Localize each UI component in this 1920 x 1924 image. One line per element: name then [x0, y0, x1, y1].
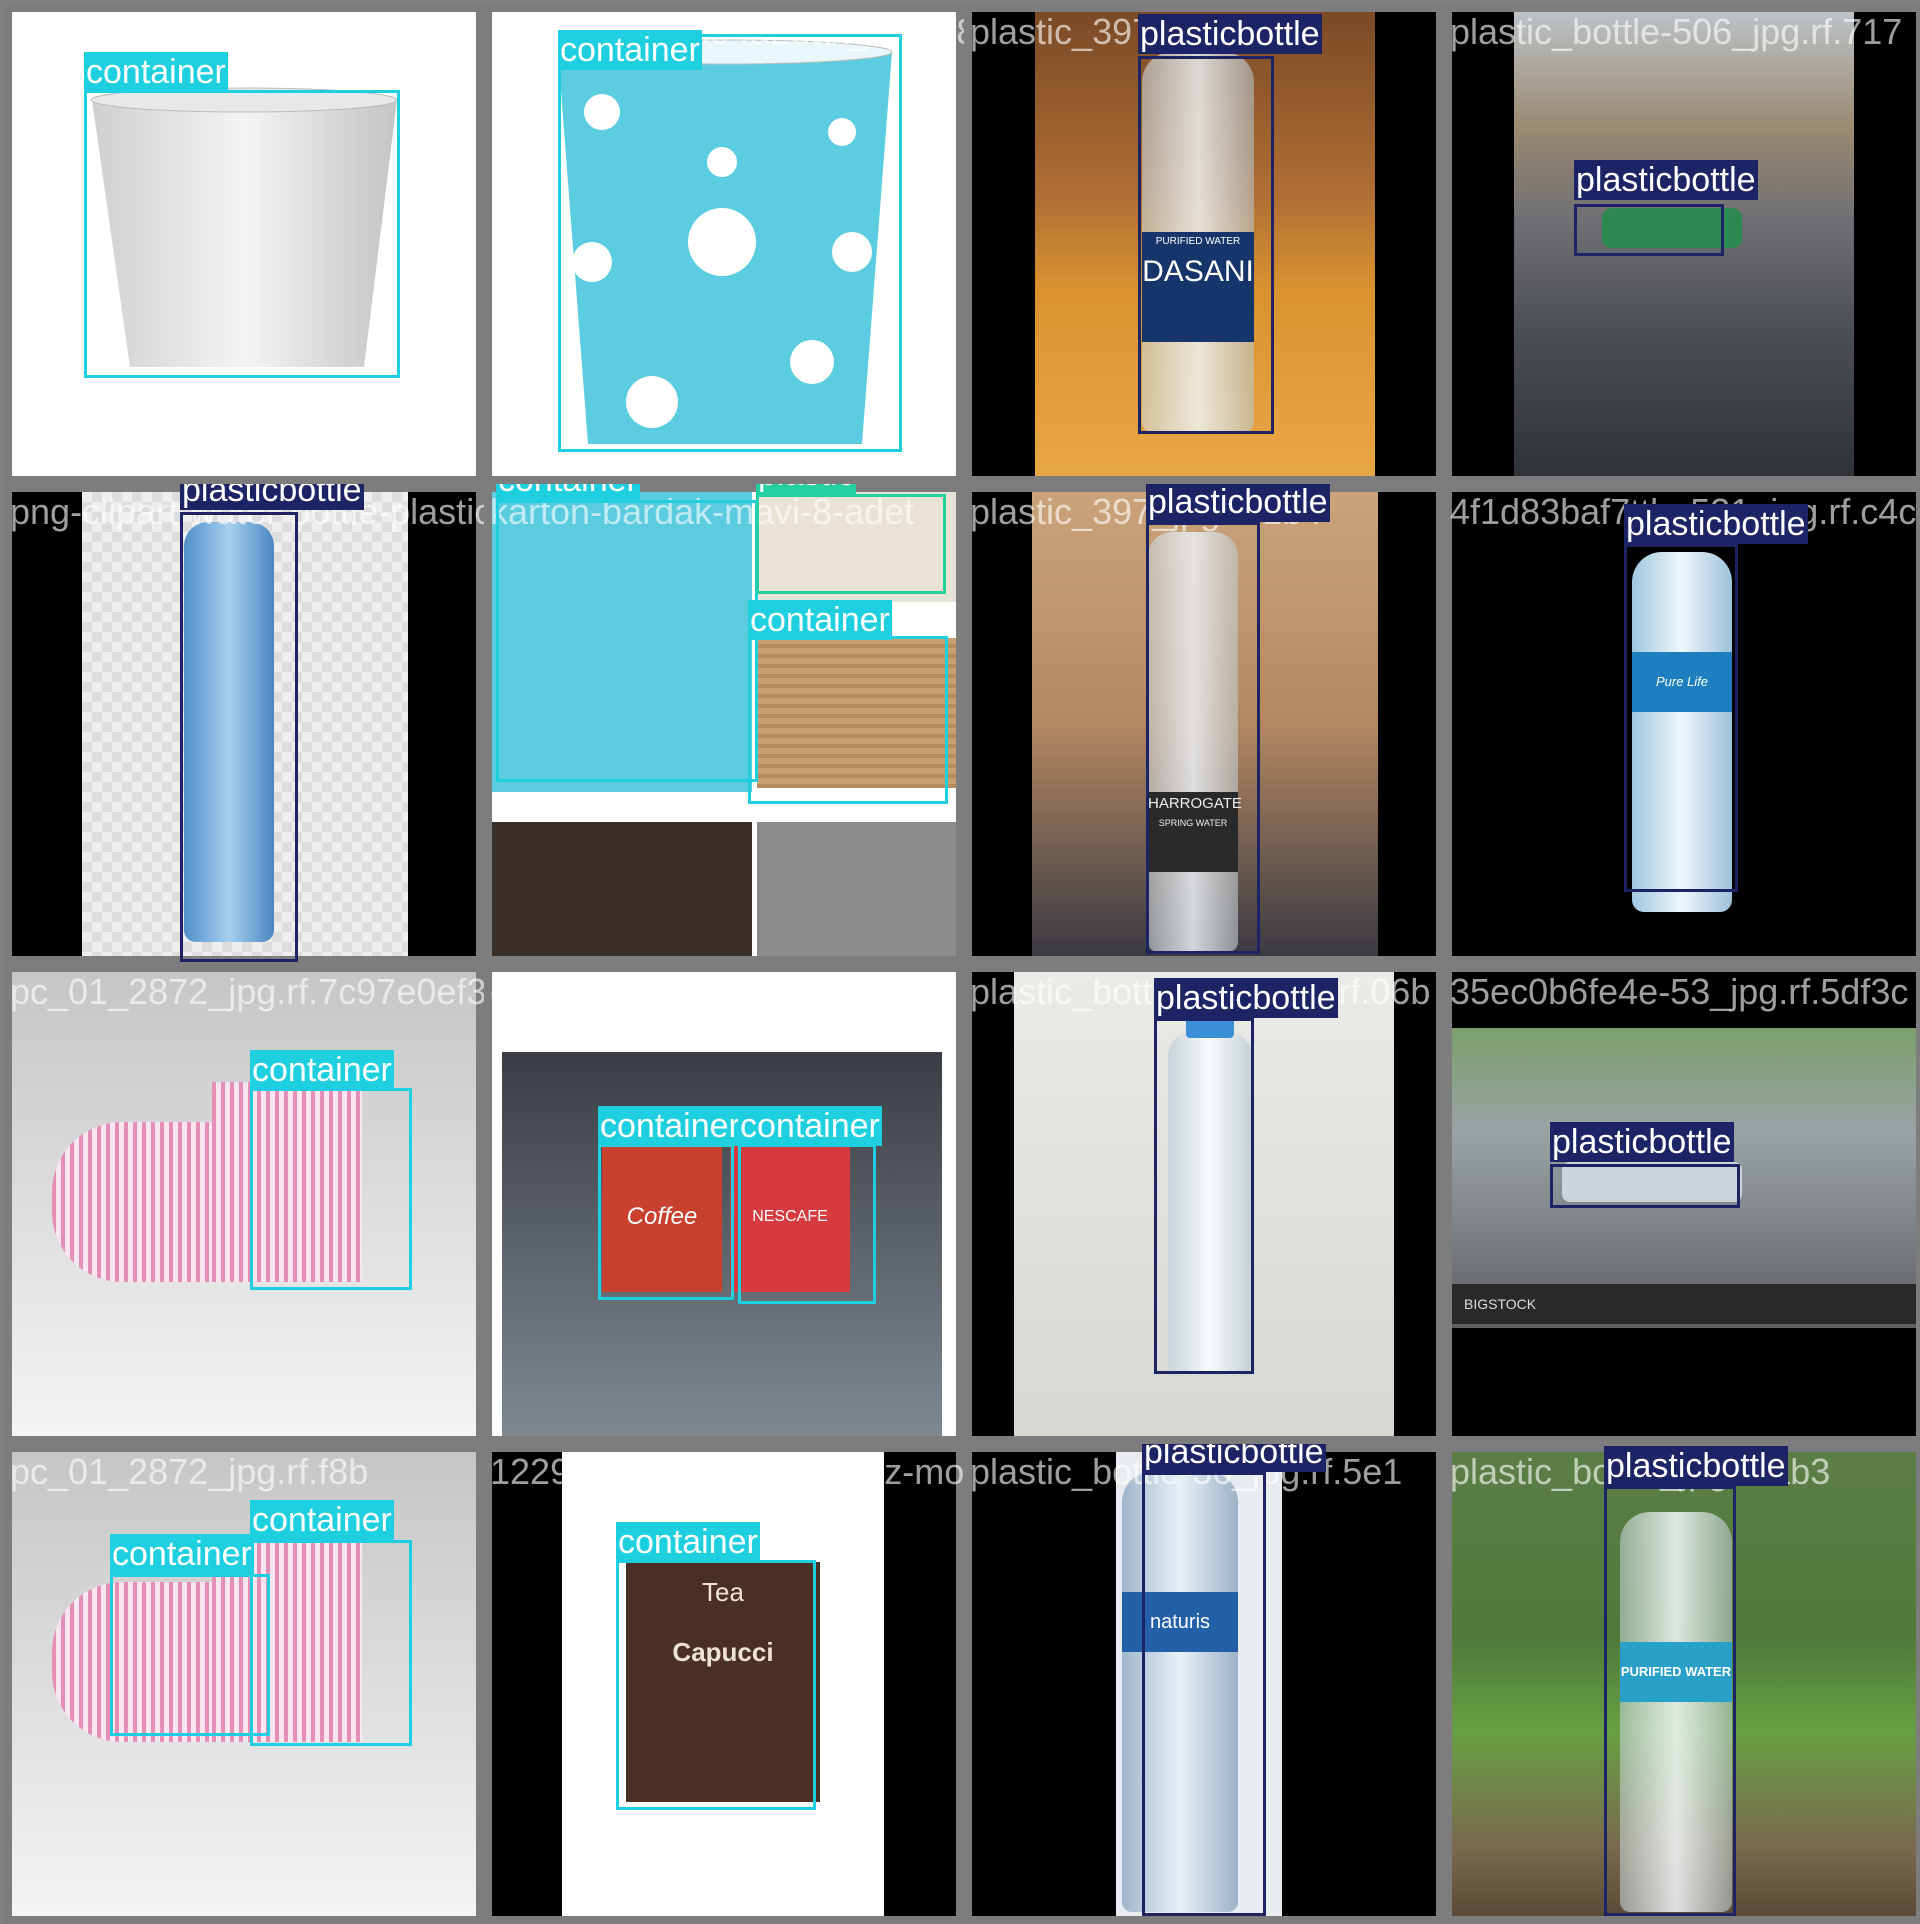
tile-filename: disposable-paper-cups — [490, 971, 855, 1012]
bbox-label-plastic: plastic — [756, 484, 857, 494]
bbox-label-container: container — [598, 1106, 742, 1146]
tile-7: HARROGATE SPRING WATER plastic_397_jpg.r… — [964, 484, 1444, 964]
tile-9: pc_01_2872_jpg.rf.7c97e0ef3d8e container — [4, 964, 484, 1444]
bbox-label-plasticbottle: plasticbottle — [1550, 1122, 1734, 1162]
dark-photo-crop — [492, 822, 752, 956]
bbox-label-plasticbottle: plasticbottle — [1574, 160, 1758, 200]
bbox-label-container: container — [496, 484, 640, 500]
bbox-container — [110, 1574, 270, 1736]
bbox-label-plasticbottle: plasticbottle — [1146, 484, 1330, 522]
bbox-plastic — [756, 494, 946, 594]
tile-13: pc_01_2872_jpg.rf.f8b container containe… — [4, 1444, 484, 1924]
bbox-plasticbottle — [1624, 544, 1738, 892]
mosaic-canvas: { "classes": {"container": "container", … — [0, 0, 1920, 1924]
bbox-label-plasticbottle: plasticbottle — [1142, 1444, 1326, 1472]
tile-5: png-clipart-water-bottle-plastic-bottle … — [4, 484, 484, 964]
bbox-label-plasticbottle: plasticbottle — [180, 484, 364, 510]
tile-10: Coffee NESCAFE disposable-paper-cups con… — [484, 964, 964, 1444]
tile-filename: plastic_bottle-506_jpg.rf.717 — [1450, 11, 1903, 52]
tile-3: PURIFIED WATER DASANI plastic_397 plasti… — [964, 4, 1444, 484]
bbox-plasticbottle — [1142, 1472, 1266, 1916]
tile-16: PURIFIED WATER plastic_bottle_jpg.rf.ab3… — [1444, 1444, 1920, 1924]
bbox-label-plasticbottle: plasticbottle — [1604, 1446, 1788, 1486]
bbox-label-container: container — [110, 1534, 254, 1574]
bbox-plasticbottle — [1138, 56, 1274, 434]
bbox-container — [250, 1540, 412, 1746]
bbox-label-container: container — [250, 1050, 394, 1090]
bbox-label-container: container — [748, 600, 892, 640]
tile-filename: 12298_karton-bardak-7oz-model-2 — [490, 1451, 964, 1492]
tile-11: plastic_bottle_294_jpg.rf.06b plasticbot… — [964, 964, 1444, 1444]
tile-8: Pure Life 4f1d83baf7ttle-531_jpg.rf.c4c … — [1444, 484, 1920, 964]
bbox-plasticbottle — [1154, 1018, 1254, 1374]
tile-filename: plc01_jpg.rf.77ea38b22493 — [10, 11, 447, 52]
bbox-container — [496, 500, 758, 782]
tile-12: BIGSTOCK 35ec0b6fe4e-53_jpg.rf.5df3c pla… — [1444, 964, 1920, 1444]
bbox-plasticbottle — [1604, 1486, 1736, 1916]
tile-4: plastic_bottle-506_jpg.rf.717 plasticbot… — [1444, 4, 1920, 484]
tile-filename: plastic_397 — [970, 11, 1153, 52]
bbox-container — [616, 1560, 816, 1810]
bbox-container — [558, 34, 902, 452]
bbox-label-container: container — [558, 30, 702, 70]
tile-6: karton-bardak-mavi-8-adet container plas… — [484, 484, 964, 964]
bbox-label-container: container — [616, 1522, 760, 1562]
bbox-label-container: container — [250, 1500, 394, 1540]
bbox-container — [84, 90, 400, 378]
grey-photo-crop — [757, 822, 956, 956]
tile-filename: pc_01_2872_jpg.rf.7c97e0ef3d8e — [10, 971, 484, 1012]
tile-15: naturis plastic_bottle-36_jpg.rf.5e1 pla… — [964, 1444, 1444, 1924]
tile-14: Tea Capucci 12298_karton-bardak-7oz-mode… — [484, 1444, 964, 1924]
bbox-container — [748, 636, 948, 804]
bigstock-bar: BIGSTOCK — [1452, 1284, 1916, 1324]
tile-filename: pc_01_2872_jpg.rf.f8b — [10, 1451, 369, 1492]
bbox-label-plasticbottle: plasticbottle — [1624, 504, 1808, 544]
bbox-container — [598, 1144, 734, 1300]
bbox-container — [738, 1144, 876, 1304]
bbox-plasticbottle — [1574, 204, 1724, 256]
tile-filename: 35ec0b6fe4e-53_jpg.rf.5df3c — [1450, 971, 1909, 1012]
bbox-label-container: container — [738, 1106, 882, 1146]
bbox-plasticbottle — [180, 512, 298, 962]
bbox-label-plasticbottle: plasticbottle — [1138, 14, 1322, 54]
bbox-plasticbottle — [1550, 1164, 1740, 1208]
tile-1: plc01_jpg.rf.77ea38b22493 container — [4, 4, 484, 484]
bbox-plasticbottle — [1146, 522, 1260, 954]
bbox-container — [250, 1088, 412, 1290]
bbox-label-plasticbottle: plasticbottle — [1154, 978, 1338, 1018]
tile-2: b4ab545576394a2dak_mavi-8-adet_12 contai… — [484, 4, 964, 484]
bbox-label-container: container — [84, 52, 228, 92]
